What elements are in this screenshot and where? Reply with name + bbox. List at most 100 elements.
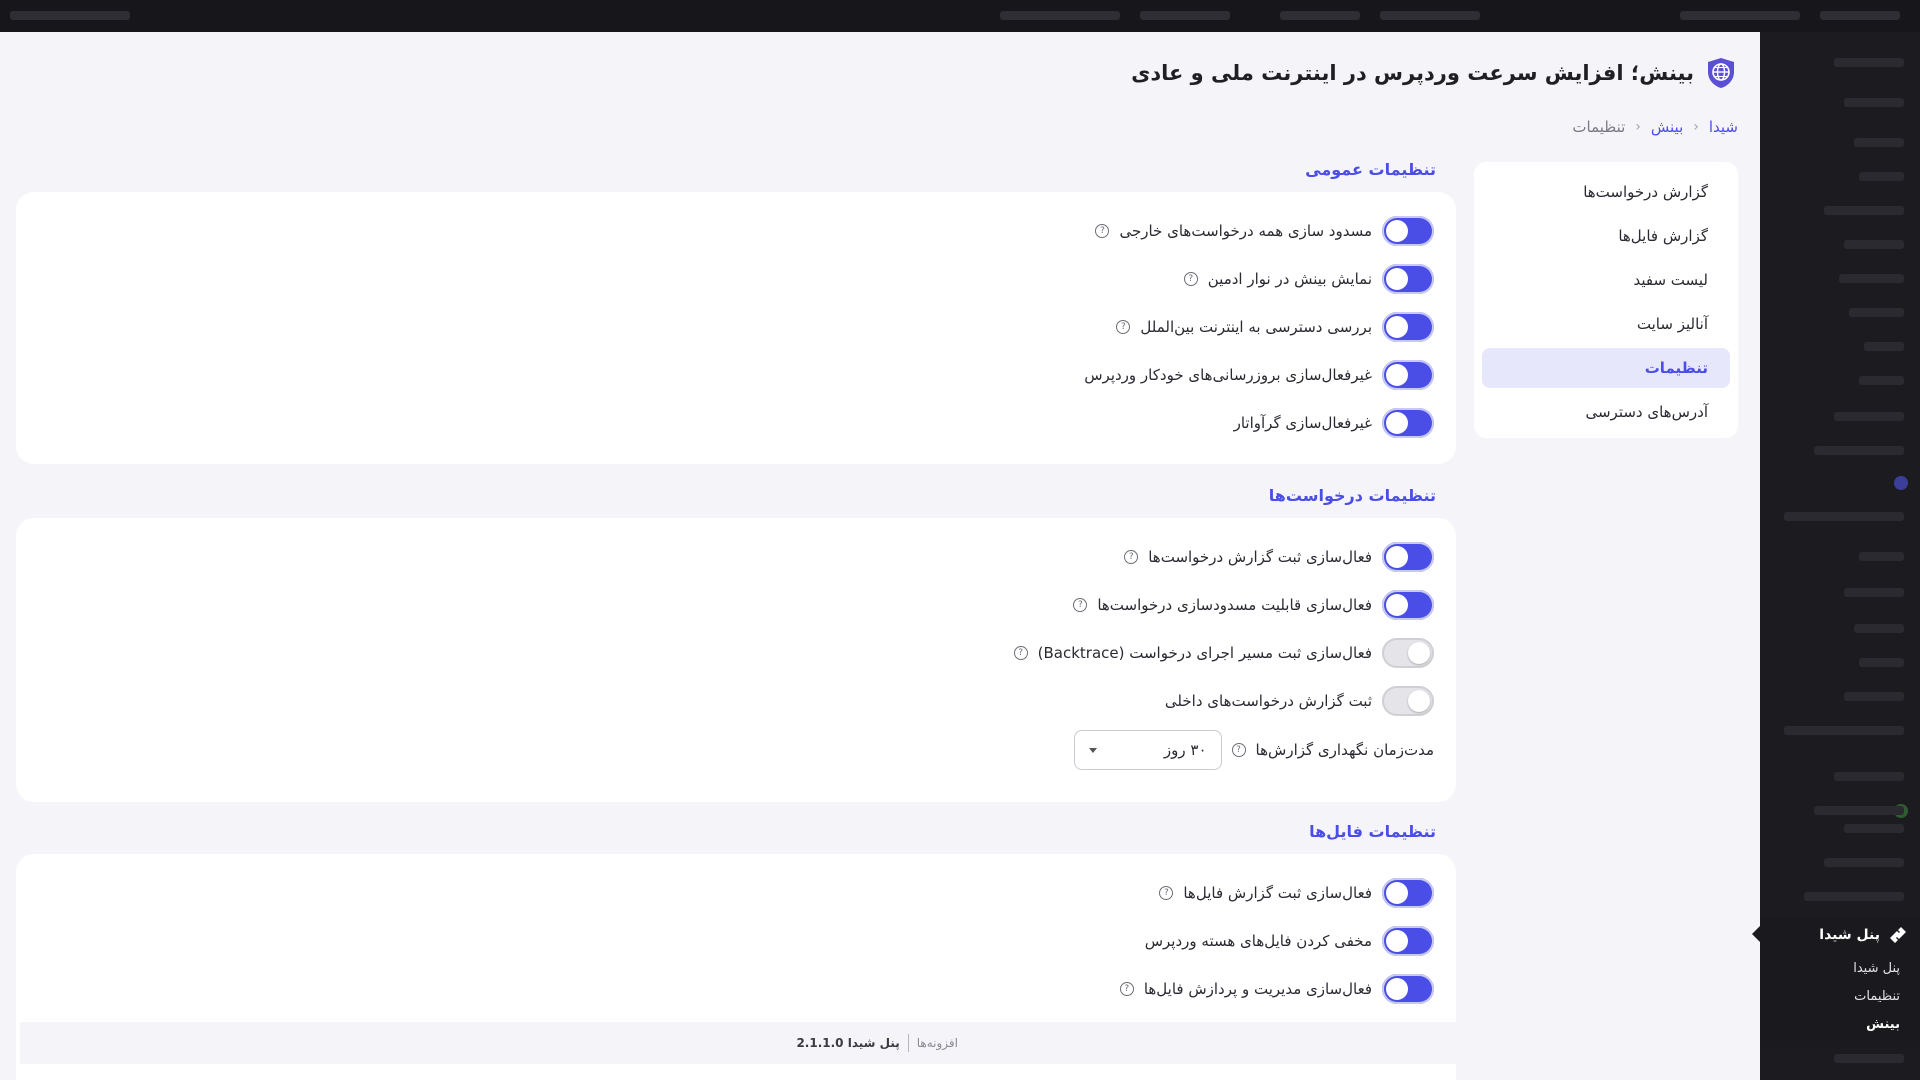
admin-footer: افزونه‌ها پنل شیدا 2.1.1.0 (20, 1022, 1740, 1064)
sidebar-item-label: تنظیمات (1644, 359, 1708, 377)
plugin-settings-page: بینش؛ افزایش سرعت وردپرس در اینترنت ملی … (0, 32, 1760, 1080)
breadcrumb: شیدا ‹ بینش ‹ تنظیمات (1572, 118, 1738, 136)
toggle-log-requests[interactable] (1382, 542, 1434, 572)
admin-bar-placeholder (1280, 11, 1360, 20)
footer-plugins-link[interactable]: افزونه‌ها (917, 1036, 958, 1050)
toggle-log-internal-requests[interactable] (1382, 686, 1434, 716)
admin-bar-placeholder (10, 11, 130, 20)
flyout-item-shida-panel[interactable]: پنل شیدا (1853, 961, 1900, 976)
toggle-log-backtrace[interactable] (1382, 638, 1434, 668)
admin-bar-placeholder (1000, 11, 1120, 20)
setting-label: فعال‌سازی قابلیت مسدودسازی درخواست‌ها (1097, 596, 1372, 614)
sidebar-item-access-addresses[interactable]: آدرس‌های دسترسی (1482, 392, 1730, 432)
setting-label: ثبت گزارش درخواست‌های داخلی (1164, 692, 1372, 710)
toggle-hide-core-files[interactable] (1382, 926, 1434, 956)
menu-placeholder (1834, 58, 1904, 67)
toggle-disable-gravatar[interactable] (1382, 408, 1434, 438)
menu-placeholder (1784, 726, 1904, 735)
menu-placeholder (1834, 412, 1904, 421)
menu-placeholder (1854, 138, 1904, 147)
sidebar-item-label: آدرس‌های دسترسی (1585, 403, 1708, 421)
admin-bar (0, 0, 1920, 32)
help-icon[interactable]: ? (1095, 224, 1110, 238)
sidebar-item-label: لیست سفید (1633, 271, 1708, 289)
setting-label: مخفی کردن فایل‌های هسته وردپرس (1144, 932, 1372, 950)
help-icon[interactable]: ? (1013, 646, 1028, 660)
setting-label: فعال‌سازی مدیریت و پردازش فایل‌ها (1143, 980, 1372, 998)
footer-version-info: افزونه‌ها پنل شیدا 2.1.1.0 (796, 1034, 958, 1052)
setting-row: غیرفعال‌سازی گرآواتار (1234, 406, 1434, 440)
breadcrumb-current: تنظیمات (1572, 118, 1626, 136)
menu-placeholder (1824, 206, 1904, 215)
setting-row: غیرفعال‌سازی بروزرسانی‌های خودکار وردپرس (1084, 358, 1434, 392)
retention-value: ۳۰ روز (1163, 741, 1207, 759)
menu-placeholder (1849, 308, 1904, 317)
section-title-requests: تنظیمات درخواست‌ها (1268, 486, 1436, 505)
section-title-general: تنظیمات عمومی (1305, 160, 1436, 179)
help-icon[interactable]: ? (1116, 320, 1131, 334)
setting-label: نمایش بینش در نوار ادمین (1207, 270, 1372, 288)
shield-globe-icon (1708, 58, 1734, 88)
toggle-request-blocking[interactable] (1382, 590, 1434, 620)
setting-label: مسدود سازی همه درخواست‌های خارجی (1119, 222, 1372, 240)
menu-placeholder (1814, 446, 1904, 455)
setting-row: فعال‌سازی قابلیت مسدودسازی درخواست‌ها ? (1073, 588, 1434, 622)
toggle-disable-auto-updates[interactable] (1382, 360, 1434, 390)
menu-placeholder (1854, 624, 1904, 633)
sidebar-item-site-analysis[interactable]: آنالیز سایت (1482, 304, 1730, 344)
menu-placeholder (1859, 376, 1904, 385)
setting-row: فعال‌سازی ثبت گزارش فایل‌ها ? (1159, 876, 1434, 910)
breadcrumb-link-binesh[interactable]: بینش (1651, 118, 1683, 136)
sidebar-item-files-report[interactable]: گزارش فایل‌ها (1482, 216, 1730, 256)
setting-label: فعال‌سازی ثبت گزارش فایل‌ها (1183, 884, 1372, 902)
requests-settings-card: فعال‌سازی ثبت گزارش درخواست‌ها ? فعال‌سا… (16, 518, 1456, 802)
menu-placeholder (1784, 512, 1904, 521)
flyout-header[interactable]: پنل شیدا (1819, 925, 1908, 945)
breadcrumb-link-shida[interactable]: شیدا (1709, 118, 1738, 136)
sidebar-item-whitelist[interactable]: لیست سفید (1482, 260, 1730, 300)
caret-down-icon (1088, 747, 1097, 753)
setting-label: فعال‌سازی ثبت مسیر اجرای درخواست (Backtr… (1037, 644, 1372, 662)
footer-divider (907, 1034, 909, 1052)
menu-placeholder (1824, 858, 1904, 867)
menu-placeholder (1834, 1054, 1904, 1063)
menu-placeholder (1834, 772, 1904, 781)
shida-logo-icon (1890, 927, 1906, 943)
page-header: بینش؛ افزایش سرعت وردپرس در اینترنت ملی … (1131, 56, 1738, 90)
section-title-files: تنظیمات فایل‌ها (1309, 822, 1436, 841)
toggle-file-processing[interactable] (1382, 974, 1434, 1004)
sidebar-item-requests-report[interactable]: گزارش درخواست‌ها (1482, 172, 1730, 212)
setting-row: مخفی کردن فایل‌های هسته وردپرس (1145, 924, 1434, 958)
admin-bar-placeholder (1140, 11, 1230, 20)
setting-row: نمایش بینش در نوار ادمین ? (1183, 262, 1434, 296)
page-title: بینش؛ افزایش سرعت وردپرس در اینترنت ملی … (1131, 61, 1694, 85)
menu-placeholder (1859, 552, 1904, 561)
help-icon[interactable]: ? (1159, 886, 1174, 900)
admin-bar-placeholder (1820, 11, 1900, 20)
setting-row: ثبت گزارش درخواست‌های داخلی (1165, 684, 1434, 718)
help-icon[interactable]: ? (1231, 743, 1246, 757)
toggle-log-files[interactable] (1382, 878, 1434, 908)
retention-select[interactable]: ۳۰ روز (1073, 730, 1222, 770)
menu-placeholder (1864, 342, 1904, 351)
flyout-item-settings[interactable]: تنظیمات (1854, 989, 1900, 1004)
toggle-show-in-admin-bar[interactable] (1382, 264, 1434, 294)
toggle-block-external-requests[interactable] (1382, 216, 1434, 246)
flyout-item-binesh[interactable]: بینش (1866, 1017, 1900, 1032)
menu-placeholder (1859, 172, 1904, 181)
sidebar-item-label: آنالیز سایت (1636, 315, 1708, 333)
toggle-check-international-access[interactable] (1382, 312, 1434, 342)
menu-placeholder (1844, 824, 1904, 833)
admin-bar-placeholder (1380, 11, 1480, 20)
setting-label: فعال‌سازی ثبت گزارش درخواست‌ها (1148, 548, 1372, 566)
help-icon[interactable]: ? (1124, 550, 1139, 564)
help-icon[interactable]: ? (1073, 598, 1088, 612)
menu-placeholder (1804, 892, 1904, 901)
flyout-title: پنل شیدا (1819, 927, 1880, 943)
help-icon[interactable]: ? (1119, 982, 1134, 996)
sidebar-item-label: گزارش فایل‌ها (1618, 227, 1708, 245)
menu-placeholder (1814, 806, 1904, 815)
setting-row: بررسی دسترسی به اینترنت بین‌الملل ? (1116, 310, 1434, 344)
sidebar-item-settings[interactable]: تنظیمات (1482, 348, 1730, 388)
help-icon[interactable]: ? (1183, 272, 1198, 286)
